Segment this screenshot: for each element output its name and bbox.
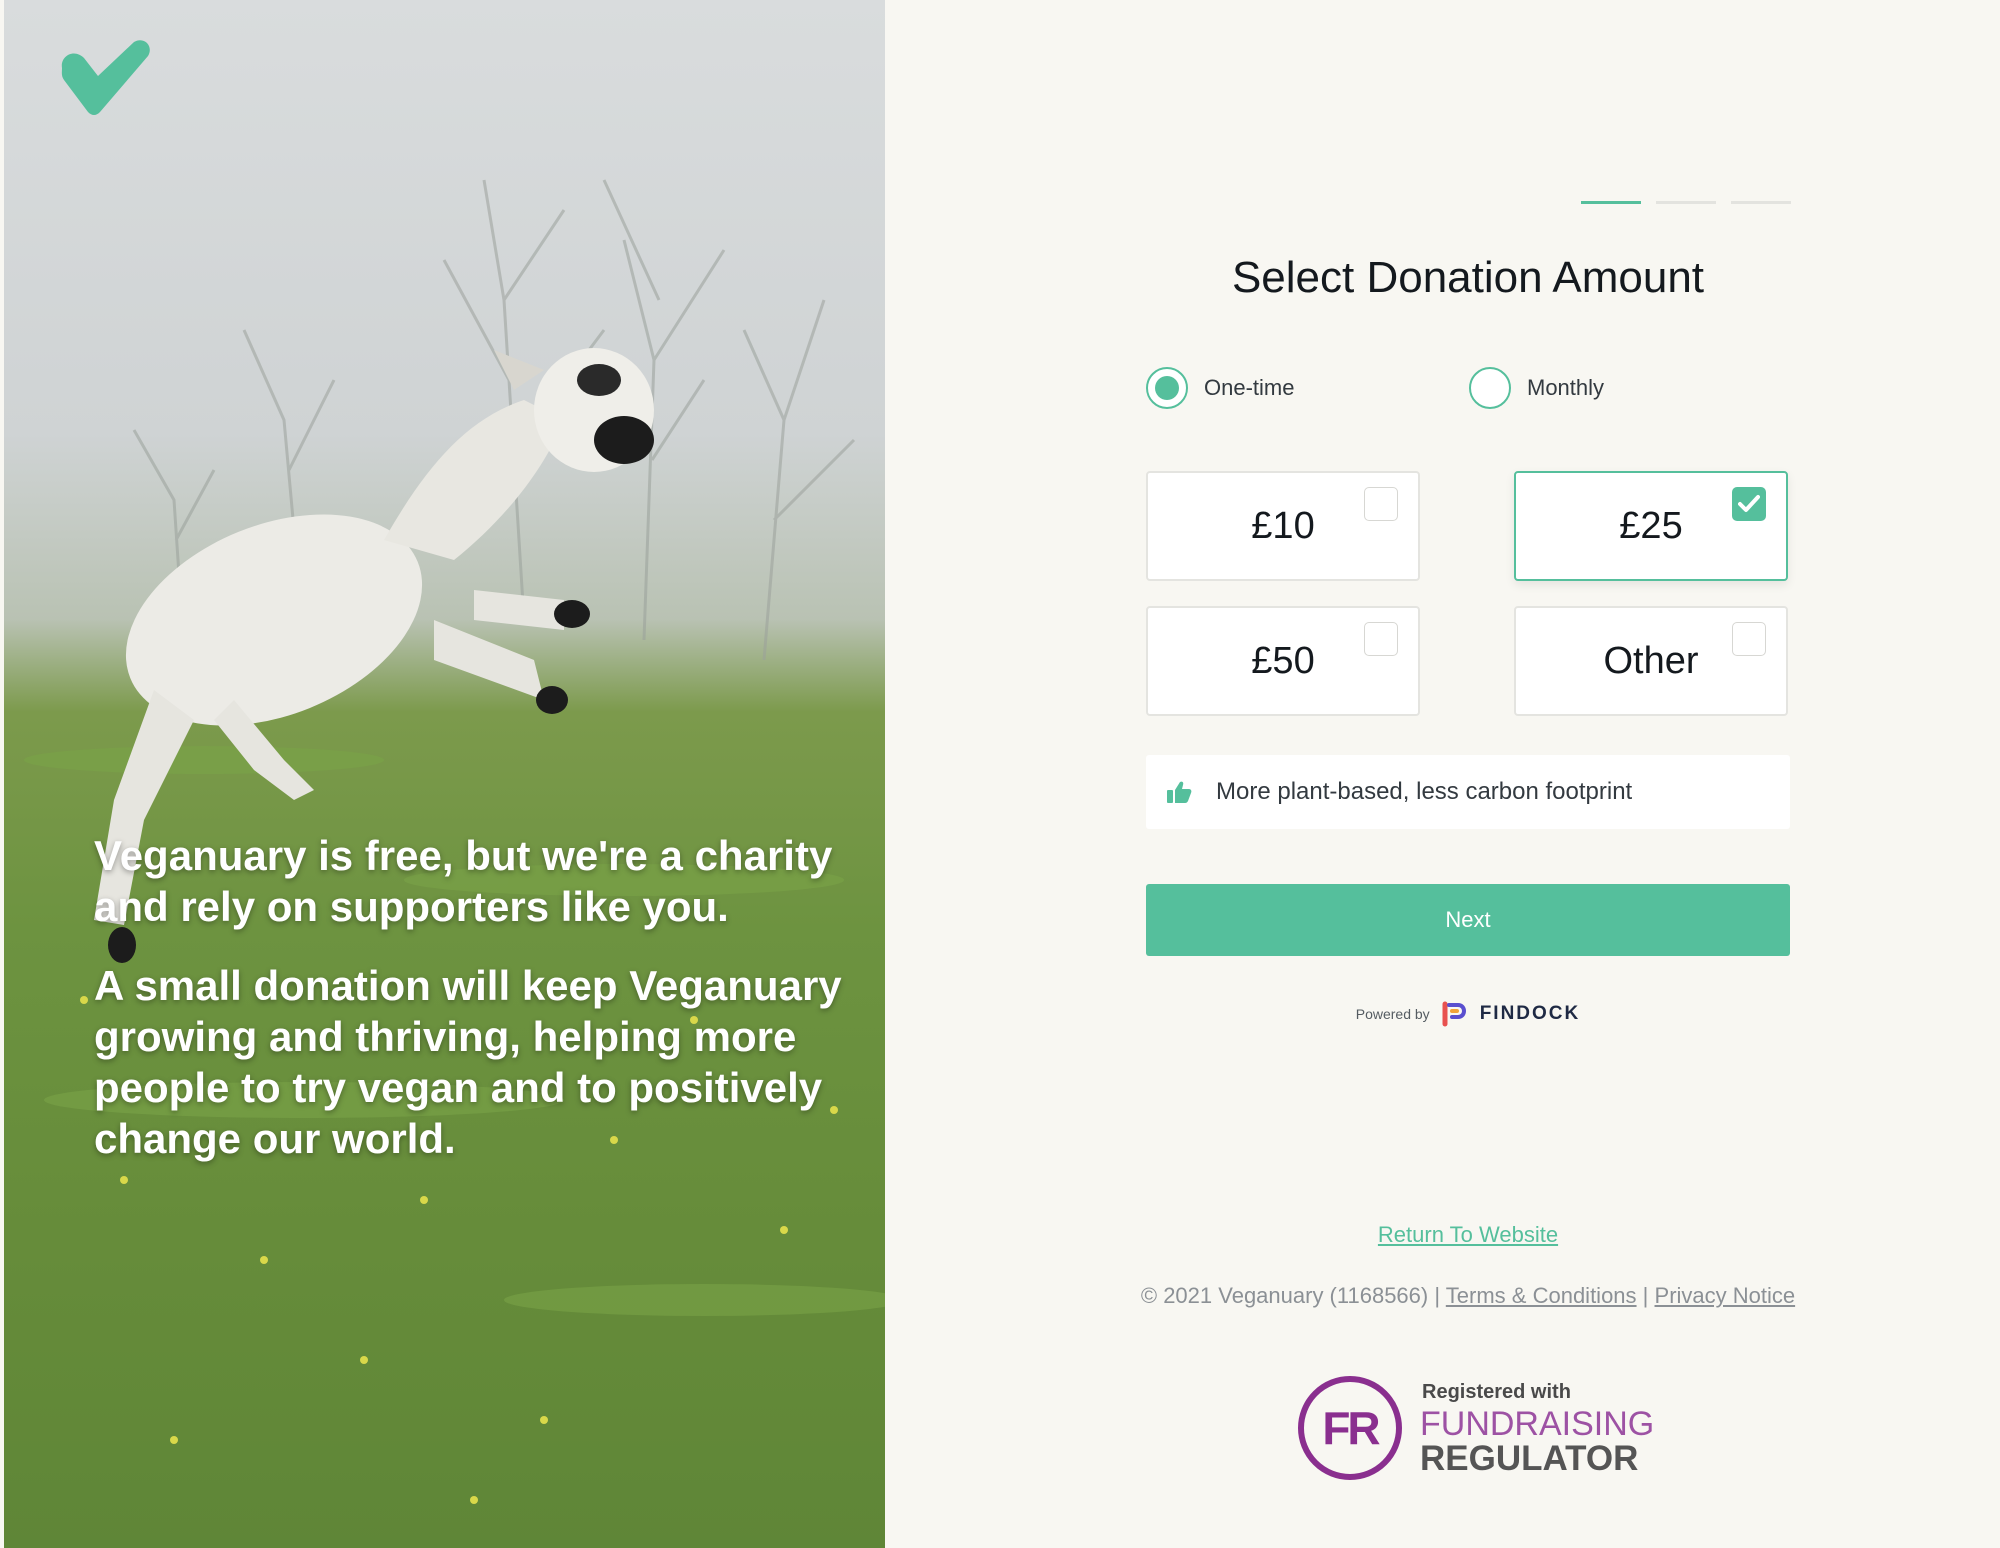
amount-checkbox[interactable]: [1364, 487, 1398, 521]
progress-step-3: [1731, 201, 1791, 204]
findock-wordmark: FINDOCK: [1479, 1003, 1581, 1024]
regulator-line-1: Registered with: [1422, 1381, 1571, 1403]
footer-separator: |: [1434, 1283, 1441, 1308]
checkmark-icon: [1738, 495, 1760, 512]
frequency-option-monthly[interactable]: Monthly: [1469, 367, 1604, 409]
progress-step-1: [1581, 201, 1641, 204]
donation-amount-grid: £10 £25 £50 Other: [1146, 471, 1790, 719]
hero-panel: Veganuary is free, but we're a charity a…: [4, 0, 885, 1548]
amount-checkbox[interactable]: [1732, 487, 1766, 521]
regulator-line-3: REGULATOR: [1420, 1439, 1639, 1478]
hero-copy: Veganuary is free, but we're a charity a…: [94, 830, 854, 1192]
hero-photo-lamb: [24, 179, 885, 1504]
privacy-link[interactable]: Privacy Notice: [1655, 1283, 1796, 1308]
amount-option-other[interactable]: Other: [1514, 606, 1788, 716]
impact-message-text: More plant-based, less carbon footprint: [1216, 778, 1633, 805]
amount-checkbox[interactable]: [1732, 622, 1766, 656]
powered-by: Powered by FINDOCK: [1146, 1001, 1790, 1027]
terms-link[interactable]: Terms & Conditions: [1446, 1283, 1637, 1308]
amount-option-25[interactable]: £25: [1514, 471, 1788, 581]
hero-paragraph-1: Veganuary is free, but we're a charity a…: [94, 832, 833, 930]
monthly-label: Monthly: [1527, 375, 1605, 400]
footer-separator: |: [1642, 1283, 1649, 1308]
fr-logo-icon: FR: [1298, 1376, 1402, 1480]
copyright-text: © 2021 Veganuary (1168566): [1140, 1283, 1429, 1308]
next-button[interactable]: Next: [1146, 884, 1790, 956]
fr-monogram: FR: [1322, 1402, 1380, 1454]
one-time-radio[interactable]: [1146, 367, 1188, 409]
hero-paragraph-2: A small donation will keep Veganuary gro…: [94, 962, 842, 1162]
frequency-option-one-time[interactable]: One-time: [1146, 367, 1294, 409]
footer: © 2021 Veganuary (1168566) | Terms & Con…: [1100, 1283, 1836, 1309]
powered-by-label: Powered by: [1355, 1006, 1430, 1022]
impact-message-box: More plant-based, less carbon footprint: [1146, 755, 1790, 829]
amount-option-10[interactable]: £10: [1146, 471, 1420, 581]
amount-option-50[interactable]: £50: [1146, 606, 1420, 716]
monthly-radio[interactable]: [1469, 367, 1511, 409]
thumbs-up-icon: [1167, 781, 1192, 803]
findock-logo-icon: [1442, 1001, 1466, 1027]
fundraising-regulator-badge[interactable]: FR Registered with FUNDRAISING REGULATOR: [1298, 1373, 1654, 1483]
page-title: Select Donation Amount: [1231, 253, 1705, 302]
progress-step-2: [1656, 201, 1716, 204]
step-progress-indicator: [1581, 201, 1791, 204]
one-time-label: One-time: [1204, 375, 1295, 400]
amount-checkbox[interactable]: [1364, 622, 1398, 656]
frequency-radio-group: One-time Monthly: [1146, 367, 1790, 415]
return-to-website-link[interactable]: Return To Website: [1146, 1222, 1790, 1248]
heart-check-logo-icon[interactable]: [56, 38, 156, 118]
